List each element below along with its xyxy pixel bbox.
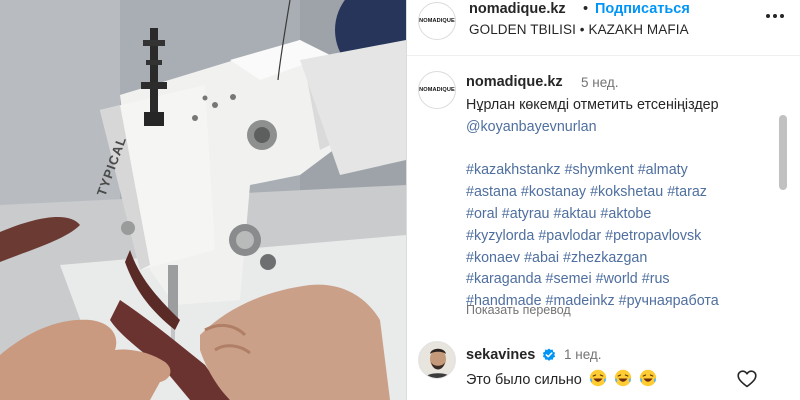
- comment-text-row: Это было сильно: [466, 369, 657, 388]
- hashtag-line: #kazakhstankz #shymkent #almaty: [466, 160, 776, 182]
- hashtag-link[interactable]: #world: [596, 271, 638, 287]
- like-comment-button[interactable]: [737, 370, 757, 388]
- ellipsis-icon: [766, 14, 784, 18]
- caption-username[interactable]: nomadique.kz: [466, 74, 563, 90]
- commenter-avatar[interactable]: [418, 341, 456, 379]
- hashtag-link[interactable]: #petropavlovsk: [605, 228, 701, 244]
- hashtag-link[interactable]: #pavlodar: [538, 228, 601, 244]
- hashtag-link[interactable]: #taraz: [667, 184, 707, 200]
- caption-author-avatar[interactable]: NOMADIQUE: [418, 71, 456, 109]
- comments-scroll-area[interactable]: NOMADIQUE nomadique.kz 5 нед. Нұрлан көк…: [407, 57, 800, 400]
- hashtag-link[interactable]: #rus: [642, 271, 670, 287]
- hashtag-link[interactable]: #kazakhstankz: [466, 162, 561, 178]
- hashtag-line: #konaev #abai #zhezkazgan: [466, 248, 776, 270]
- hashtag-link[interactable]: #semei: [546, 271, 592, 287]
- heart-outline-icon: [737, 370, 757, 388]
- hashtag-link[interactable]: #kostanay: [521, 184, 586, 200]
- more-options-button[interactable]: [763, 6, 787, 26]
- caption-mention-link[interactable]: @koyanbayevnurlan: [466, 117, 776, 139]
- hashtag-line: #karaganda #semei #world #rus: [466, 269, 776, 291]
- hashtag-link[interactable]: #kokshetau: [590, 184, 663, 200]
- hashtag-link[interactable]: #karaganda: [466, 271, 542, 287]
- commenter-username[interactable]: sekavines: [466, 347, 535, 363]
- hashtag-link[interactable]: #shymkent: [565, 162, 634, 178]
- hashtag-link[interactable]: #zhezkazgan: [563, 250, 647, 266]
- hashtag-link[interactable]: #atyrau: [502, 206, 550, 222]
- comment-text: Это было сильно: [466, 372, 582, 388]
- hashtag-link[interactable]: #oral: [466, 206, 498, 222]
- hashtag-link[interactable]: #astana: [466, 184, 517, 200]
- audio-subtitle[interactable]: GOLDEN TBILISI • KAZAKH MAFIA: [469, 22, 689, 37]
- hashtag-list: #kazakhstankz #shymkent #almaty #astana #kos…: [466, 160, 776, 313]
- follow-button[interactable]: Подписаться: [595, 1, 690, 17]
- hashtag-link[interactable]: #kyzylorda: [466, 228, 534, 244]
- scrollbar-thumb[interactable]: [779, 115, 787, 190]
- hashtag-link[interactable]: #aktau: [553, 206, 596, 222]
- post-header: NOMADIQUE nomadique.kz • Подписаться GOL…: [407, 0, 800, 56]
- hashtag-link[interactable]: #aktobe: [600, 206, 651, 222]
- hashtag-link[interactable]: #abai: [524, 250, 559, 266]
- account-logo: NOMADIQUE: [419, 18, 455, 24]
- header-separator: •: [583, 1, 589, 17]
- comment-timestamp[interactable]: 1 нед.: [564, 347, 602, 362]
- laughing-emoji-icon: [639, 369, 657, 387]
- sewing-machine-photo: TYPICAL: [0, 0, 406, 400]
- hashtag-link[interactable]: #almaty: [638, 162, 688, 178]
- caption-text: Нұрлан көкемді отметить етсеніңіздер @ko…: [466, 95, 776, 313]
- laughing-emoji-icon: [614, 369, 632, 387]
- hashtag-line: #oral #atyrau #aktau #aktobe: [466, 204, 776, 226]
- caption-timestamp[interactable]: 5 нед.: [581, 75, 619, 90]
- commenter-photo: [419, 342, 455, 378]
- laughing-emoji-icon: [589, 369, 607, 387]
- post-side-panel: NOMADIQUE nomadique.kz • Подписаться GOL…: [406, 0, 800, 400]
- account-avatar[interactable]: NOMADIQUE: [418, 2, 456, 40]
- hashtag-line: #astana #kostanay #kokshetau #taraz: [466, 182, 776, 204]
- verified-badge-icon: [542, 348, 556, 361]
- caption-line: Нұрлан көкемді отметить етсеніңіздер: [466, 97, 719, 113]
- account-username[interactable]: nomadique.kz: [469, 1, 566, 17]
- hashtag-link[interactable]: #ручнаяработа: [619, 293, 719, 309]
- hashtag-link[interactable]: #konaev: [466, 250, 520, 266]
- post-media[interactable]: TYPICAL: [0, 0, 406, 400]
- caption-author-logo: NOMADIQUE: [419, 87, 455, 93]
- hashtag-line: #kyzylorda #pavlodar #petropavlovsk: [466, 226, 776, 248]
- show-translation-button[interactable]: Показать перевод: [466, 303, 571, 317]
